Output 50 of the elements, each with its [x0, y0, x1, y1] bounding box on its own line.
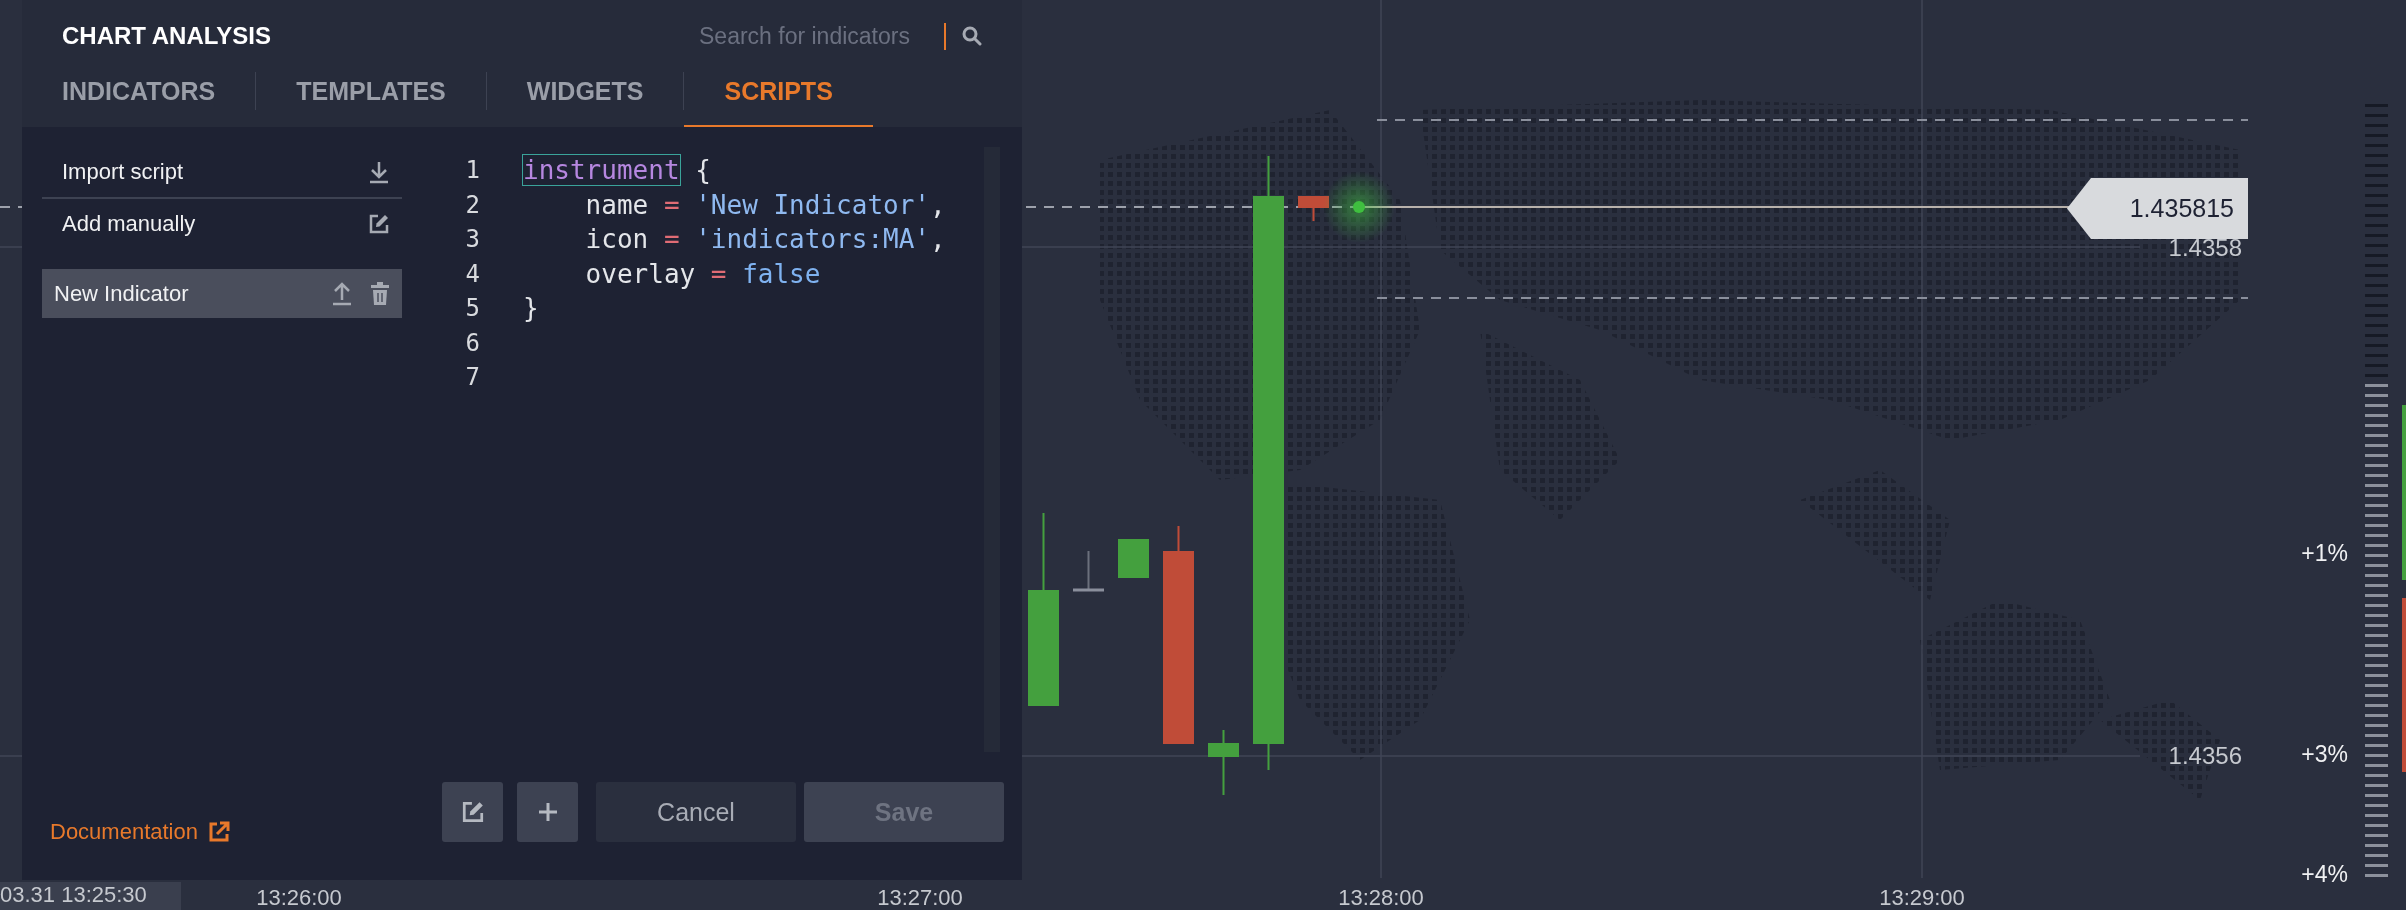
search-field[interactable]: Search for indicators [699, 22, 982, 50]
line-number: 1 [464, 156, 480, 185]
tab[interactable]: WIDGETS [486, 72, 684, 127]
tab[interactable]: INDICATORS [62, 72, 256, 127]
download-icon [368, 160, 390, 184]
candle [1073, 550, 1104, 592]
tab[interactable]: SCRIPTS [684, 72, 873, 127]
time-label: 13:28:00 [1337, 885, 1425, 910]
candle [1208, 729, 1239, 796]
edit-button[interactable] [442, 782, 503, 842]
price-marker-icon [1323, 171, 1395, 243]
candle [1118, 538, 1149, 579]
search-icon[interactable] [962, 26, 982, 46]
script-name: New Indicator [54, 280, 189, 307]
percent-label: +1% [2300, 540, 2348, 567]
plus-icon [537, 802, 558, 822]
percent-label: +4% [2300, 861, 2348, 888]
line-number: 6 [464, 328, 480, 357]
time-label: 13:29:00 [1878, 885, 1966, 910]
tab[interactable]: TEMPLATES [256, 72, 486, 127]
menu-item[interactable]: Import script [42, 147, 402, 199]
script-item[interactable]: New Indicator [42, 269, 402, 318]
line-number: 5 [464, 294, 480, 323]
edit-icon [460, 800, 485, 824]
code-line: name = 'New Indicator', [584, 189, 946, 220]
cancel-button[interactable]: Cancel [596, 782, 796, 842]
line-number: 2 [464, 190, 480, 219]
menu-item-label: Add manually [62, 211, 196, 237]
code-line: } [523, 293, 539, 324]
percent-label: +3% [2300, 741, 2348, 768]
edit-icon [368, 213, 390, 235]
time-label: 13:26:00 [255, 885, 343, 910]
add-button[interactable] [517, 782, 578, 842]
upload-icon[interactable] [332, 281, 352, 306]
code-line: icon = 'indicators:MA', [584, 224, 946, 255]
code-line: instrument { [523, 155, 711, 186]
time-label: 13:27:00 [876, 885, 964, 910]
price-tag: 1.435815 [2067, 178, 2248, 239]
time-label: 03.31 13:25:30 [0, 882, 181, 910]
menu-item-label: Import script [62, 159, 184, 185]
line-number: 4 [464, 259, 480, 288]
external-link-icon[interactable] [208, 821, 230, 843]
line-number: 7 [464, 363, 480, 392]
line-number: 3 [464, 225, 480, 254]
panel-title: CHART ANALYSIS [62, 22, 271, 50]
code-line: overlay = false [584, 258, 821, 289]
menu-item[interactable]: Add manually [42, 199, 402, 249]
documentation-link[interactable]: Documentation [50, 819, 198, 845]
price-label: 1.4356 [2167, 742, 2242, 770]
trash-icon[interactable] [370, 281, 390, 306]
